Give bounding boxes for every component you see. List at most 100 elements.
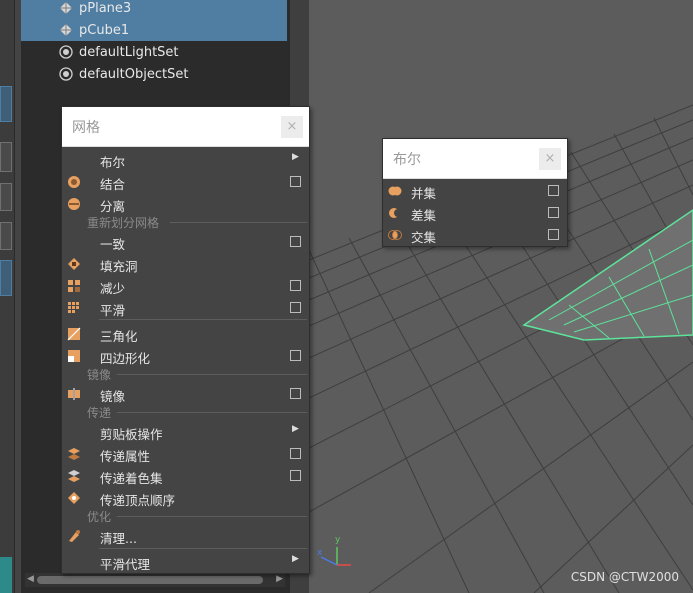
transfer-shading-sets-icon [68,470,80,482]
menu-item-clipboard[interactable]: 剪贴板操作 ▶ [62,421,309,443]
close-button[interactable]: × [539,148,561,170]
axis-y-label: y [335,535,341,545]
tool-button[interactable] [0,260,12,296]
menu-item-reduce[interactable]: 减少 [62,275,309,297]
set-icon [59,67,73,81]
outliner-item-label: defaultObjectSet [79,66,189,82]
tool-button[interactable] [0,142,12,172]
menu-item-label: 平滑 [100,303,126,318]
tool-button[interactable] [0,557,12,593]
close-button[interactable]: × [281,116,303,138]
menu-item-mirror[interactable]: 镜像 [62,383,309,405]
difference-icon [389,208,402,218]
outliner-item-label: pCube1 [79,22,130,38]
outliner-item-pcube1[interactable]: pCube1 [21,19,287,41]
menu-item-label: 填充洞 [100,259,138,274]
option-box[interactable] [290,448,301,459]
mesh-transform-icon [59,1,73,15]
triangulate-icon [67,327,81,341]
tool-button[interactable] [0,183,12,211]
separate-icon [68,198,80,210]
menu-item-transfer-shading-sets[interactable]: 传递着色集 [62,465,309,487]
menu-item-cleanup[interactable]: 清理... [62,525,309,547]
option-box[interactable] [290,280,301,291]
divider [99,319,307,320]
menu-item-boolean[interactable]: 布尔 ▶ [62,149,309,171]
option-box[interactable] [548,229,559,240]
option-box[interactable] [290,302,301,313]
tool-button[interactable] [0,222,12,250]
divider [117,516,307,517]
mesh-transform-icon [59,23,73,37]
menu-item-label: 平滑代理 [100,557,151,572]
horizontal-scrollbar[interactable]: ◀ ▶ [25,573,285,587]
mesh-menu: 网格 × 布尔 ▶ 结合 分离 重新划分网格 一致 填充洞 减少 平滑 三角化 [61,106,310,574]
set-icon [59,45,73,59]
smooth-icon [68,302,79,313]
quadrangulate-icon [68,350,80,362]
menu-item-label: 分离 [100,199,126,214]
menu-item-label: 交集 [411,230,437,245]
scroll-right-icon[interactable]: ▶ [276,574,283,584]
mirror-icon [68,388,80,400]
menu-item-conform[interactable]: 一致 [62,231,309,253]
divider [99,548,307,549]
outliner-item-defaultobjectset[interactable]: defaultObjectSet [21,63,287,85]
submenu-arrow-icon: ▶ [292,424,299,434]
menu-item-label: 并集 [411,186,437,201]
fill-hole-icon [68,258,80,270]
divider [117,374,307,375]
left-toolbar [0,0,15,593]
menu-item-label: 传递顶点顺序 [100,493,176,508]
option-box[interactable] [548,207,559,218]
menu-item-difference[interactable]: 差集 [383,202,567,224]
scroll-left-icon[interactable]: ◀ [27,574,34,584]
menu-item-label: 三角化 [100,329,138,344]
reduce-icon [68,280,80,292]
menu-item-combine[interactable]: 结合 [62,171,309,193]
combine-icon [68,176,80,188]
transfer-attributes-icon [68,448,80,460]
menu-item-label: 差集 [411,208,437,223]
menu-item-union[interactable]: 并集 [383,180,567,202]
submenu-arrow-icon: ▶ [292,554,299,564]
menu-item-triangulate[interactable]: 三角化 [62,323,309,345]
menu-item-label: 传递属性 [100,449,151,464]
menu-item-label: 剪贴板操作 [100,427,163,442]
axis-gizmo [320,547,351,566]
scrollbar-thumb[interactable] [37,576,263,584]
option-box[interactable] [290,388,301,399]
menu-item-label: 一致 [100,237,126,252]
menu-item-label: 传递着色集 [100,471,163,486]
divider [117,412,307,413]
boolean-menu-titlebar[interactable]: 布尔 × [383,139,567,179]
divider [170,222,307,223]
menu-item-transfer-attributes[interactable]: 传递属性 [62,443,309,465]
menu-item-quadrangulate[interactable]: 四边形化 [62,345,309,367]
submenu-arrow-icon: ▶ [292,152,299,162]
mesh-menu-title: 网格 [72,120,100,136]
outliner-item-pplane3[interactable]: pPlane3 [21,0,287,19]
menu-item-smooth-proxy[interactable]: 平滑代理 ▶ [62,551,309,573]
viewport-3d[interactable]: y x CSDN @CTW2000 [309,0,693,593]
option-box[interactable] [290,350,301,361]
option-box[interactable] [290,176,301,187]
outliner-item-defaultlightset[interactable]: defaultLightSet [21,41,287,63]
menu-item-smooth[interactable]: 平滑 [62,297,309,319]
intersection-icon [388,230,402,240]
section-header-optimize: 优化 [87,510,112,524]
tool-button[interactable] [0,86,12,122]
outliner-item-label: pPlane3 [79,0,132,16]
outliner-item-label: defaultLightSet [79,44,179,60]
mesh-menu-titlebar[interactable]: 网格 × [62,107,309,147]
menu-item-intersection[interactable]: 交集 [383,224,567,246]
union-icon [388,186,402,196]
menu-item-fill-hole[interactable]: 填充洞 [62,253,309,275]
menu-item-label: 镜像 [100,389,126,404]
watermark: CSDN @CTW2000 [570,570,679,584]
menu-item-transfer-vertex-order[interactable]: 传递顶点顺序 [62,487,309,509]
menu-item-separate[interactable]: 分离 [62,193,309,215]
option-box[interactable] [548,185,559,196]
option-box[interactable] [290,236,301,247]
option-box[interactable] [290,470,301,481]
